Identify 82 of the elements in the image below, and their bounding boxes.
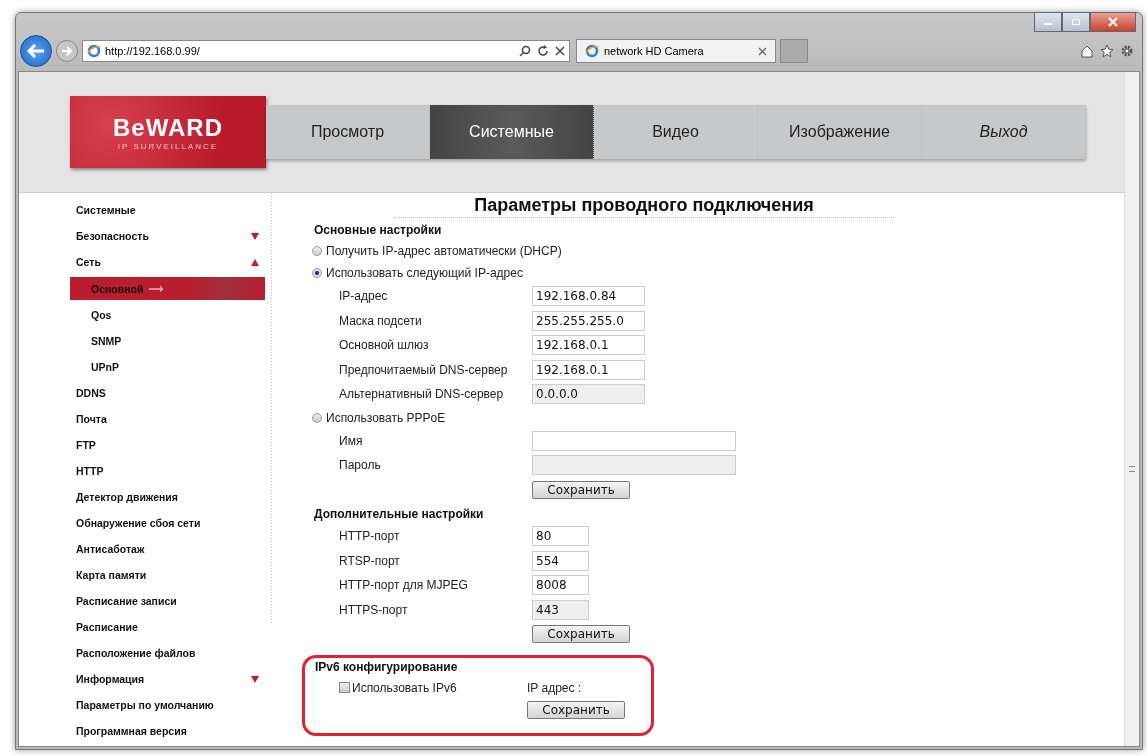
forward-arrow-icon [61,46,73,56]
radio-button[interactable] [312,246,322,256]
input-field[interactable]: 192.168.0.1 [532,335,645,356]
maximize-button[interactable] [1062,12,1090,32]
nav-tab[interactable]: Системные [430,105,594,159]
input-field[interactable] [532,430,736,451]
refresh-icon[interactable] [537,45,549,57]
field-label: RTSP-порт [338,553,401,568]
globe-icon [87,44,101,58]
field-label: Маска подсети [338,313,423,328]
settings-icon[interactable] [1120,44,1134,58]
sidebar-item[interactable]: Обнаружение сбоя сети [70,510,265,536]
back-button[interactable] [20,35,52,67]
radio-label: Получить IP-адрес автоматически (DHCP) [326,244,562,258]
sidebar-item[interactable]: DDNS [70,380,265,406]
nav-tab[interactable]: Изображение [758,105,922,159]
sidebar-item[interactable]: Программная версия [70,718,265,744]
page-title: Параметры проводного подключения [394,195,894,218]
field-label: IP-адрес [338,289,389,304]
radio-button[interactable] [312,268,322,278]
sidebar-item[interactable]: Почта [70,406,265,432]
sidebar-item[interactable]: Антисаботаж [70,536,265,562]
sidebar-item[interactable]: Qos [70,302,265,328]
save-button[interactable]: Сохранить [532,480,630,499]
close-icon[interactable] [758,46,767,56]
input-field[interactable]: 192.168.0.1 [532,359,645,380]
star-icon[interactable] [1100,44,1114,58]
save-button[interactable]: Сохранить [527,700,625,719]
sidebar-item[interactable]: Расписание записи [70,588,265,614]
search-icon[interactable] [519,45,531,57]
field-label: Пароль [338,458,382,473]
input-field[interactable]: 80 [532,526,589,547]
sidebar-item[interactable]: SNMP [70,328,265,354]
nav-tab[interactable]: Выход [922,105,1086,159]
nav-tab[interactable]: Видео [594,105,758,159]
sidebar-item[interactable]: Расположение файлов [70,640,265,666]
sidebar-item[interactable]: Информация [70,666,265,692]
minimize-button[interactable] [1034,12,1062,32]
input-field[interactable]: 8008 [532,575,589,596]
sidebar-item[interactable]: HTTP [70,458,265,484]
sidebar-item[interactable]: Системные [70,197,265,223]
sidebar-item[interactable]: Сеть [70,249,265,275]
close-icon [1107,17,1119,27]
sidebar-item[interactable]: Параметры по умолчанию [70,692,265,718]
section-heading: Дополнительные настройки [314,507,485,521]
radio-label: Использовать следующий IP-адрес [326,266,523,280]
globe-icon [585,44,599,58]
checkbox[interactable] [339,682,350,693]
home-icon[interactable] [1080,44,1094,58]
input-field[interactable]: 554 [532,550,589,571]
sidebar-item[interactable]: Карта памяти [70,562,265,588]
section-heading: IPv6 конфигурирование [315,659,459,674]
field-label: HTTPS-порт [338,602,409,617]
checkbox-label: Использовать IPv6 [352,680,457,695]
field-label: Имя [338,433,364,448]
radio-label: Использовать PPPoE [326,410,446,425]
back-arrow-icon [27,44,45,58]
input-field[interactable]: 255.255.255.0 [532,310,645,331]
sidebar-item[interactable]: FTP [70,432,265,458]
sidebar-item[interactable]: Расписание [70,614,265,640]
field-label: Предпочитаемый DNS-сервер [338,362,509,377]
forward-button[interactable] [56,40,78,62]
maximize-icon [1071,18,1081,26]
address-bar[interactable]: http://192.168.0.99/ [82,40,570,62]
logo: BeWARD IP SURVEILLANCE [70,96,266,168]
field-label: Альтернативный DNS-сервер [338,387,505,402]
browser-tab[interactable]: network HD Camera [576,39,776,63]
field-label: HTTP-порт [338,529,401,544]
scrollbar[interactable] [1124,72,1139,746]
save-button[interactable]: Сохранить [532,625,630,644]
sidebar-item[interactable]: UPnP [70,354,265,380]
radio-button[interactable] [312,412,322,423]
field-label: Основной шлюз [338,338,430,353]
field-label: IP адрес : [527,680,582,695]
sidebar-item[interactable]: Детектор движения [70,484,265,510]
arrow-icon [149,285,166,292]
field-label: HTTP-порт для MJPEG [338,578,469,593]
close-button[interactable] [1090,12,1136,32]
section-heading: Основные настройки [314,223,443,237]
close-icon[interactable] [555,46,565,56]
sidebar-item[interactable]: Безопасность [70,223,265,249]
input-field[interactable]: 192.168.0.84 [532,286,645,307]
